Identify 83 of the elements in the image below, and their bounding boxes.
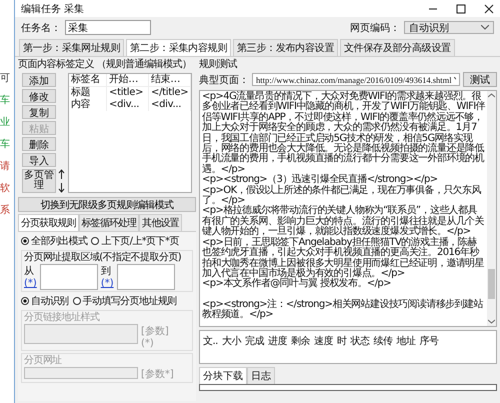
- column-header: 状态: [350, 334, 370, 348]
- bottom-tab[interactable]: 分块下载: [199, 367, 247, 384]
- column-header: 标签名: [69, 74, 107, 86]
- scrollbar[interactable]: [487, 91, 496, 326]
- tag-action-button[interactable]: 复制: [22, 105, 56, 119]
- table-cell[interactable]: 标题: [69, 87, 107, 99]
- task-name-field[interactable]: 采集: [65, 20, 151, 35]
- task-name-label: 任务名：: [21, 22, 61, 34]
- to-link[interactable]: (*): [100, 278, 114, 289]
- from-link[interactable]: (*): [24, 278, 37, 289]
- to-field[interactable]: [116, 264, 175, 290]
- step-tab[interactable]: 文件保存及部分高级设置: [340, 39, 455, 56]
- radio-option[interactable]: 手动填写分页地址规则: [72, 294, 177, 308]
- region-legend: 分页网址提取区域(不指定不提取分页): [24, 252, 190, 264]
- tag-action-button[interactable]: 添加: [22, 73, 56, 87]
- switch-mode-button[interactable]: 切换到无限级多页规则编辑模式: [18, 197, 196, 212]
- bottom-tab[interactable]: 日志: [247, 367, 275, 384]
- sub-tab[interactable]: 其他设置: [139, 214, 182, 231]
- scrollbar-thumb[interactable]: [488, 269, 495, 299]
- column-header: 大小: [222, 334, 241, 348]
- maximize-icon[interactable]: [456, 4, 466, 14]
- table-cell[interactable]: </title>: [149, 87, 192, 99]
- column-header: 结束…: [149, 74, 192, 86]
- column-header: 文..: [203, 334, 218, 348]
- window-title: 编辑任务 采集: [21, 2, 84, 16]
- column-header: 剩余: [290, 335, 310, 348]
- step-tab[interactable]: 第三步：发布内容设置: [233, 39, 338, 56]
- radio-option[interactable]: 上下页/上*页下*页: [91, 234, 179, 248]
- page-url-legend: 分页网址: [24, 355, 190, 367]
- from-field[interactable]: [40, 264, 98, 290]
- source-paragraph: <p>格拉德威尔将带动流行的关键人物称为“联系员”，这些人都具有很广的关系网、影响力巨大的特点。流行的引爆往往就是从几个关键人物开始的，一旦引爆，就能以指数级速度爆发式增长。</p>: [202, 206, 485, 238]
- close-icon[interactable]: [484, 4, 494, 14]
- url-dropdown[interactable]: http://www.chinaz.com/manage/2016/0109/493614.shtml: [252, 73, 460, 86]
- column-header: 进度: [268, 334, 287, 348]
- tag-action-button[interactable]: 修改: [22, 89, 56, 103]
- column-header: 速度: [314, 334, 333, 348]
- radio-option[interactable]: 自动识别: [21, 294, 69, 308]
- source-paragraph: <p><strong>（3）迅速引爆全民直播</strong></p>: [202, 175, 438, 186]
- column-header: 续传: [373, 334, 392, 348]
- source-text-area[interactable]: [199, 90, 497, 327]
- arrow-down-icon[interactable]: [58, 182, 65, 193]
- arrow-up-icon[interactable]: [58, 169, 65, 180]
- link-style-legend: 分页链接地址样式: [24, 312, 190, 324]
- background-text: 业: [0, 118, 10, 128]
- table-cell[interactable]: <div...: [149, 99, 192, 111]
- background-text: 可: [0, 74, 10, 84]
- step-tab[interactable]: 第一步：采集网址规则: [19, 39, 124, 56]
- star-label: (*): [141, 338, 155, 349]
- column-header: 开始…: [107, 74, 149, 86]
- encoding-dropdown[interactable]: 自动识别: [404, 21, 494, 34]
- source-paragraph: <p><strong>注：</strong>相关网站建设技巧阅读请移步到建站教程频道。</p>: [202, 300, 484, 321]
- source-paragraph: <p>4G流量昂贵的情况下，大众对免费WIFI的需求越来越强烈。很多创业者已经看到WIFI中隐藏的商机，开发了WIFI万能钥匙、WIFI伴侣等WIFI共享的APP，不过即使这样，WIFI的覆盖率仍然远远不够，加上大众对于网络安全的顾虑，大众的需求仍然没有被满足。1月7日，我国工信部门已经正式启动5G技术的研发，相信5G网络实现后，网络的费用也会大大降低。无论是降低视频拍摄的流量还是降低手机流量的费用，手机视频直播的流行都十分需要这一外部环境的机遇。</p>: [202, 92, 485, 175]
- param-label: [参数*]: [141, 368, 174, 381]
- test-button[interactable]: 测试: [463, 72, 497, 87]
- column-header: 时: [336, 334, 346, 348]
- column-header: 序号: [419, 334, 438, 348]
- source-paragraph: <p>本文系作者@同叶与翼 授权发布。</p>: [202, 279, 391, 290]
- tag-action-button[interactable]: 导入: [22, 153, 56, 167]
- group-title: 页面内容标签定义 （规则普通编辑模式）: [18, 59, 193, 71]
- background-text: 车: [0, 140, 10, 150]
- table-cell[interactable]: 内容: [69, 99, 107, 111]
- background-text: 车: [0, 96, 10, 106]
- column-header: 地址: [396, 334, 416, 348]
- multipage-button[interactable]: 多页管理: [22, 169, 56, 193]
- background-text: 系: [0, 206, 10, 216]
- from-label: 从: [24, 264, 35, 278]
- table-cell[interactable]: <div...: [107, 99, 149, 111]
- url-label: 典型页面：: [199, 74, 249, 86]
- table-cell[interactable]: <title>: [107, 87, 149, 99]
- sub-tab[interactable]: 分页获取规则: [18, 214, 79, 231]
- step-tab[interactable]: 第二步：采集内容规则: [126, 39, 232, 56]
- radio-option[interactable]: 全部列出模式: [21, 234, 88, 248]
- background-text: 请: [0, 162, 10, 172]
- group-title: 规则测试: [199, 59, 238, 71]
- to-label: 到: [100, 265, 112, 278]
- encoding-label: 网页编码：: [350, 22, 400, 34]
- tag-action-button[interactable]: 删除: [22, 137, 56, 151]
- chevron-up-icon[interactable]: [488, 93, 495, 98]
- sub-tab[interactable]: 标签循环处理: [78, 214, 140, 231]
- source-paragraph: <p>日前，王思聪签下Angelababy担任熊猫TV的游戏主播，陈赫也签约虎牙直播，引起大众对手机视频直播的更高关注。2016年秒拍和大咖秀在微博上因被很多大明星使用而爆红已经证明，邀请明星加入代言在中国市场是极为有效的引爆点。</p>: [202, 238, 485, 279]
- param-label: [参数]: [141, 324, 169, 338]
- column-header: 完成: [244, 334, 264, 348]
- background-text: 软: [0, 184, 10, 194]
